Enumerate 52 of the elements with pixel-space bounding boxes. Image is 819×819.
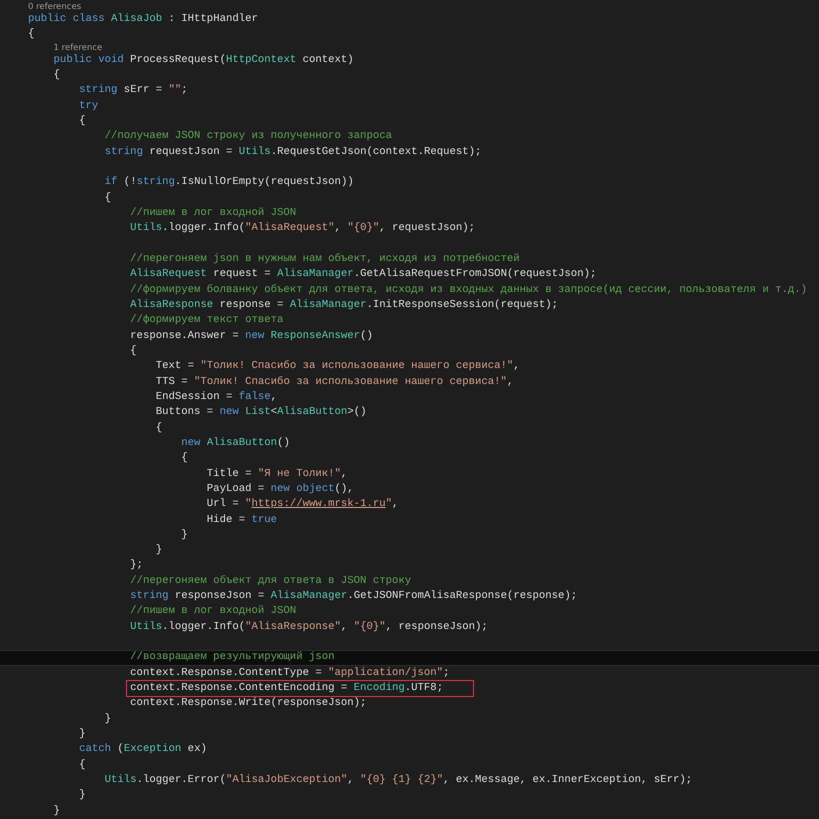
code-line: AlisaResponse response = AlisaManager.InitResponseSession(request); — [130, 298, 558, 313]
code-line: { — [130, 344, 137, 359]
code-line: //пишем в лог входной JSON — [130, 206, 296, 221]
code-line: response.Answer = new ResponseAnswer() — [130, 328, 373, 344]
code-line: PayLoad = new object(), — [206, 482, 354, 497]
code-line: Buttons = new List<AlisaButton>() — [156, 405, 366, 420]
code-line: string sErr = ""; — [79, 83, 188, 98]
code-line: } — [156, 543, 162, 558]
url-link[interactable]: https://www.mrsk-1.ru — [252, 498, 386, 510]
code-line: }; — [130, 558, 143, 574]
code-line: { — [156, 420, 162, 436]
code-line: Utils.logger.Info("AlisaRequest", "{0}", requestJson); — [130, 221, 476, 236]
code-line: Url = "https://www.mrsk-1.ru", — [206, 497, 398, 512]
reference-count[interactable]: 0 references — [28, 2, 82, 12]
code-line: EndSession = false, — [156, 390, 278, 405]
code-line: //формируем текст ответа — [130, 313, 284, 328]
code-line: } — [181, 528, 188, 543]
code-line: context.Response.ContentType = "application/json"; — [130, 666, 450, 681]
reference-count[interactable]: 1 reference — [54, 42, 102, 53]
code-line: { — [181, 451, 188, 466]
code-line: { — [28, 27, 34, 42]
code-line: { — [54, 68, 60, 83]
code-line: //получаем JSON строку из полученного запроса — [104, 129, 392, 144]
code-line: } — [79, 788, 86, 804]
code-line: Utils.logger.Info("AlisaResponse", "{0}", responseJson); — [130, 620, 488, 635]
code-line: string responseJson = AlisaManager.GetJSONFromAlisaResponse(response); — [130, 589, 578, 604]
code-line: { — [79, 114, 86, 129]
code-line: //перегоняем json в нужным нам объект, исходя из потребностей — [130, 252, 520, 267]
code-line: catch (Exception ex) — [79, 742, 207, 758]
highlighted-code-line: context.Response.ContentEncoding = Encoding.UTF8; — [127, 681, 474, 696]
current-code-line: //возвращаем результирующий json — [130, 650, 335, 666]
code-line: Text = "Толик! Спасибо за использование нашего сервиса!", — [156, 359, 520, 374]
code-line: try — [79, 98, 98, 114]
code-line: new AlisaButton() — [181, 436, 290, 451]
code-line: AlisaRequest request = AlisaManager.GetAlisaRequestFromJSON(requestJson); — [130, 267, 596, 282]
code-line: public class AlisaJob : IHttpHandler — [28, 12, 258, 27]
code-line: { — [79, 758, 86, 773]
code-line: if (!string.IsNullOrEmpty(requestJson)) — [104, 175, 354, 190]
code-line: Hide = true — [206, 512, 278, 528]
code-line: { — [104, 190, 112, 206]
code-line: } — [104, 712, 112, 727]
code-line: TTS = "Толик! Спасибо за использование нашего сервиса!", — [156, 374, 514, 390]
code-line: //пишем в лог входной JSON — [130, 604, 296, 620]
code-line: public void ProcessRequest(HttpContext context) — [54, 52, 354, 68]
code-line: Utils.logger.Error("AlisaJobException", "{0} {1} {2}", ex.Message, ex.InnerException, sErr); — [104, 773, 692, 788]
code-line: } — [54, 804, 60, 819]
code-line: //формируем болванку объект для ответа, исходя из входных данных в запросе(ид сессии, пользователя и т.д.) — [130, 282, 808, 298]
code-line: } — [79, 727, 86, 742]
code-line: string requestJson = Utils.RequestGetJson(context.Request); — [104, 144, 482, 160]
code-line: //перегоняем объект для ответа в JSON строку — [130, 574, 412, 589]
code-line: context.Response.Write(responseJson); — [130, 696, 366, 712]
code-line: Title = "Я не Толик!", — [206, 466, 348, 482]
